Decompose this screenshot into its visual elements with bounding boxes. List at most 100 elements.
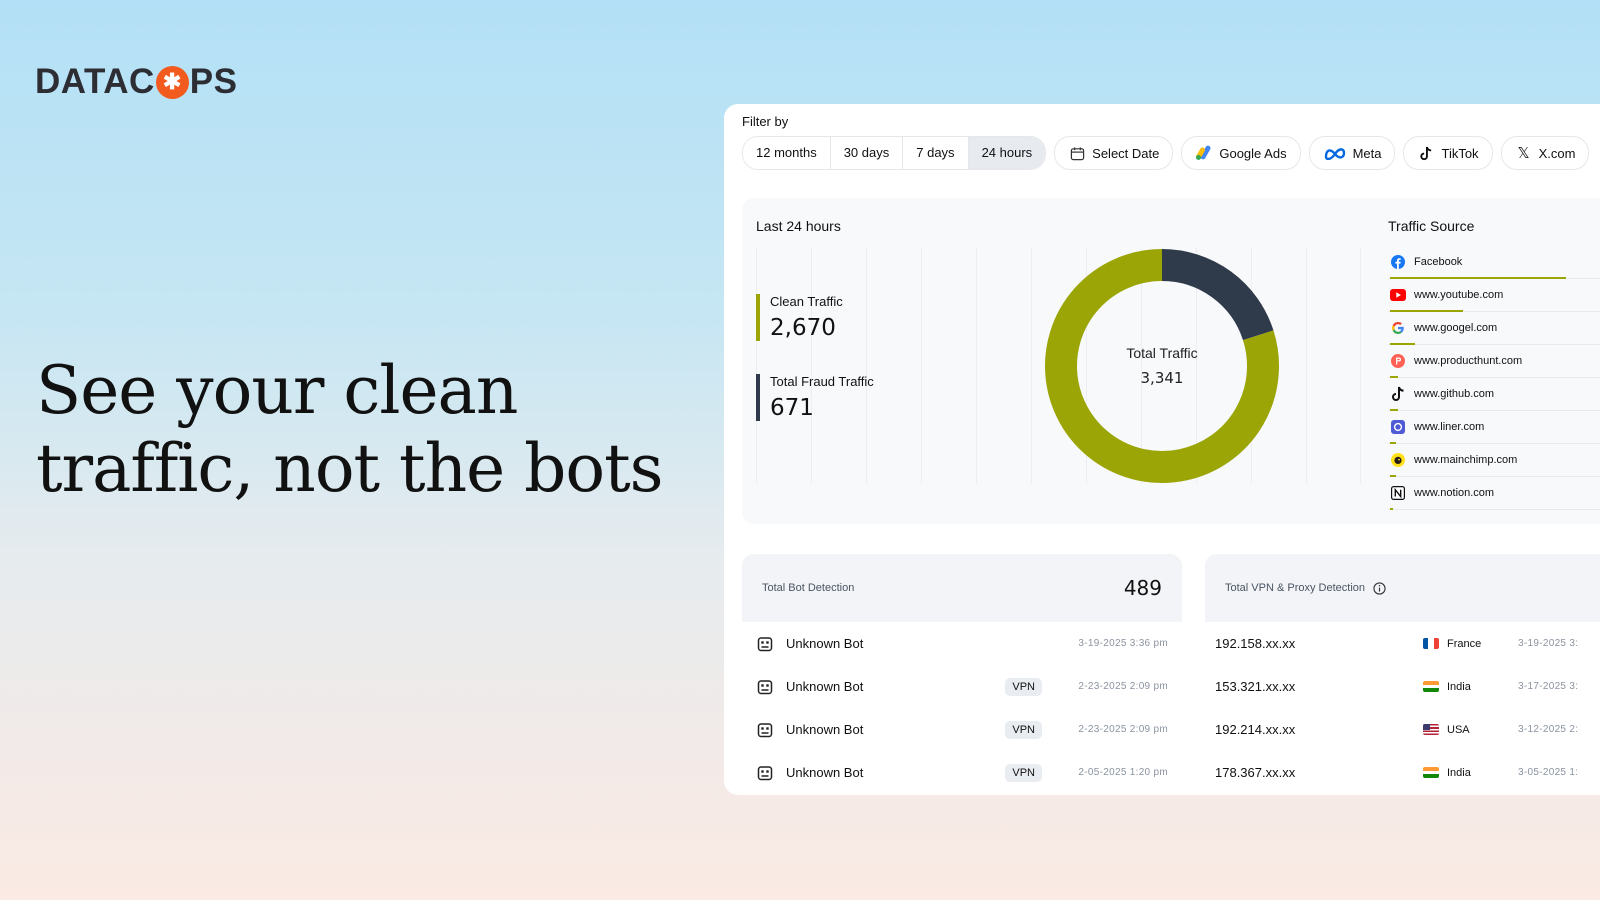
liner-icon: [1390, 419, 1406, 435]
traffic-source-name: www.notion.com: [1414, 487, 1495, 499]
filter-bar: 12 months 30 days 7 days 24 hours Select…: [742, 136, 1590, 170]
flag-in-icon: [1423, 767, 1439, 778]
logo-star-icon: ✱: [155, 65, 189, 99]
bot-icon: [756, 635, 774, 653]
traffic-source-share-bar: [1390, 508, 1393, 510]
fraud-traffic-metric: Total Fraud Traffic 671: [756, 374, 874, 421]
meta-icon: [1323, 144, 1347, 162]
vpn-badge: VPN: [1005, 763, 1042, 782]
vpn-badge: VPN: [1005, 720, 1042, 739]
vpn-timestamp: 3-17-2025 3:: [1518, 681, 1579, 692]
logo-text-pre: DATAC: [35, 62, 155, 101]
vpn-detection-header: Total VPN & Proxy Detection 3: [1205, 554, 1600, 622]
traffic-source-row[interactable]: Facebook: [1388, 246, 1600, 279]
bot-name: Unknown Bot: [786, 679, 864, 694]
x-icon: 𝕏: [1517, 145, 1530, 162]
hero-line-2: traffic, not the bots: [36, 430, 664, 507]
bot-detection-header: Total Bot Detection 489: [742, 554, 1182, 622]
bot-detection-list: Unknown Bot 3-19-2025 3:36 pm Unknown Bot V…: [742, 622, 1182, 794]
bot-timestamp: 3-19-2025 3:36 pm: [1078, 638, 1168, 649]
range-24-hours[interactable]: 24 hours: [968, 137, 1046, 169]
bot-name: Unknown Bot: [786, 722, 864, 737]
traffic-source-name: www.producthunt.com: [1414, 355, 1523, 367]
bot-icon: [756, 721, 774, 739]
range-7-days[interactable]: 7 days: [903, 137, 969, 169]
x-label: X.com: [1538, 145, 1576, 161]
traffic-source-name: www.liner.com: [1414, 421, 1485, 433]
info-icon[interactable]: [1373, 581, 1386, 595]
total-traffic-value: 3,341: [1140, 369, 1184, 387]
total-traffic-label: Total Traffic: [1126, 345, 1198, 361]
country-cell: India: [1423, 767, 1518, 779]
traffic-source-name: www.googel.com: [1414, 322, 1498, 334]
bot-detection-title: Total Bot Detection: [762, 582, 855, 594]
traffic-source-row[interactable]: www.liner.com: [1388, 411, 1600, 444]
country-name: France: [1447, 637, 1482, 650]
bot-detection-card: Total Bot Detection 489 Unknown Bot 3-19-…: [742, 554, 1182, 795]
github-icon: [1390, 386, 1406, 402]
traffic-source-title: Traffic Source: [1388, 218, 1475, 234]
bot-detection-row[interactable]: Unknown Bot 3-19-2025 3:36 pm: [742, 622, 1182, 665]
facebook-icon: [1390, 254, 1406, 270]
country-cell: France: [1423, 638, 1518, 650]
vpn-detection-row[interactable]: 153.321.xx.xx India 3-17-2025 3:: [1205, 665, 1600, 708]
vpn-detection-card: Total VPN & Proxy Detection 3 192.158.xx…: [1205, 554, 1600, 795]
vpn-detection-row[interactable]: 192.158.xx.xx France 3-19-2025 3:: [1205, 622, 1600, 665]
vpn-detection-title: Total VPN & Proxy Detection: [1225, 582, 1366, 594]
range-segmented-control: 12 months 30 days 7 days 24 hours: [742, 136, 1047, 170]
fraud-traffic-value: 671: [770, 395, 814, 421]
vpn-detection-row[interactable]: 192.214.xx.xx USA 3-12-2025 2:: [1205, 708, 1600, 751]
clean-traffic-value: 2,670: [770, 315, 836, 341]
ip-address: 153.321.xx.xx: [1215, 679, 1296, 694]
flag-us-icon: [1423, 724, 1439, 735]
traffic-source-row[interactable]: www.mainchimp.com: [1388, 444, 1600, 477]
country-cell: USA: [1423, 724, 1518, 736]
datacops-logo: DATAC ✱ PS: [35, 62, 238, 102]
hero-line-1: See your clean: [36, 352, 518, 429]
filter-x[interactable]: 𝕏 X.com: [1500, 136, 1590, 170]
tiktok-icon: [1417, 144, 1435, 162]
vpn-detection-row[interactable]: 178.367.xx.xx India 3-05-2025 1:: [1205, 751, 1600, 794]
fraud-traffic-label: Total Fraud Traffic: [770, 374, 874, 389]
select-date-button[interactable]: Select Date: [1054, 136, 1174, 170]
traffic-source-name: www.youtube.com: [1414, 289, 1504, 301]
google-icon: [1390, 320, 1406, 336]
range-30-days[interactable]: 30 days: [830, 137, 904, 169]
bot-name: Unknown Bot: [786, 765, 864, 780]
traffic-source-row[interactable]: www.notion.com: [1388, 477, 1600, 510]
filter-meta[interactable]: Meta: [1308, 136, 1396, 170]
bot-detection-row[interactable]: Unknown Bot VPN 2-23-2025 2:09 pm: [742, 665, 1182, 708]
flag-fr-icon: [1423, 638, 1439, 649]
bot-timestamp: 2-05-2025 1:20 pm: [1078, 767, 1168, 778]
meta-label: Meta: [1352, 145, 1382, 161]
traffic-source-row[interactable]: www.youtube.com: [1388, 279, 1600, 312]
country-name: USA: [1447, 723, 1470, 736]
ip-address: 192.214.xx.xx: [1215, 722, 1296, 737]
bot-detection-count: 489: [1123, 576, 1162, 600]
traffic-source-row[interactable]: www.googel.com: [1388, 312, 1600, 345]
vpn-timestamp: 3-12-2025 2:: [1518, 724, 1579, 735]
flag-in-icon: [1423, 681, 1439, 692]
overview-title: Last 24 hours: [756, 218, 841, 234]
ip-address: 192.158.xx.xx: [1215, 636, 1296, 651]
bot-detection-row[interactable]: Unknown Bot VPN 2-05-2025 1:20 pm: [742, 751, 1182, 794]
hero-headline: See your clean traffic, not the bots: [36, 352, 696, 508]
tiktok-label: TikTok: [1441, 145, 1479, 161]
traffic-source-row[interactable]: www.producthunt.com: [1388, 345, 1600, 378]
bot-detection-row[interactable]: Unknown Bot VPN 2-23-2025 2:09 pm: [742, 708, 1182, 751]
bot-name: Unknown Bot: [786, 636, 864, 651]
filter-tiktok[interactable]: TikTok: [1403, 136, 1493, 170]
country-cell: India: [1423, 681, 1518, 693]
vpn-detection-title-wrap: Total VPN & Proxy Detection: [1225, 581, 1386, 595]
dashboard-panel: Filter by 12 months 30 days 7 days 24 ho…: [724, 104, 1600, 795]
filter-google-ads[interactable]: Google Ads: [1181, 136, 1301, 170]
traffic-source-name: www.mainchimp.com: [1414, 454, 1518, 466]
clean-traffic-label: Clean Traffic: [770, 294, 843, 309]
country-name: India: [1447, 680, 1471, 693]
range-12-months[interactable]: 12 months: [743, 137, 831, 169]
google-ads-icon: [1195, 144, 1213, 162]
vpn-detection-list: 192.158.xx.xx France 3-19-2025 3: 153.321.x…: [1205, 622, 1600, 794]
traffic-source-row[interactable]: www.github.com: [1388, 378, 1600, 411]
ip-address: 178.367.xx.xx: [1215, 765, 1296, 780]
mailchimp-icon: [1390, 452, 1406, 468]
